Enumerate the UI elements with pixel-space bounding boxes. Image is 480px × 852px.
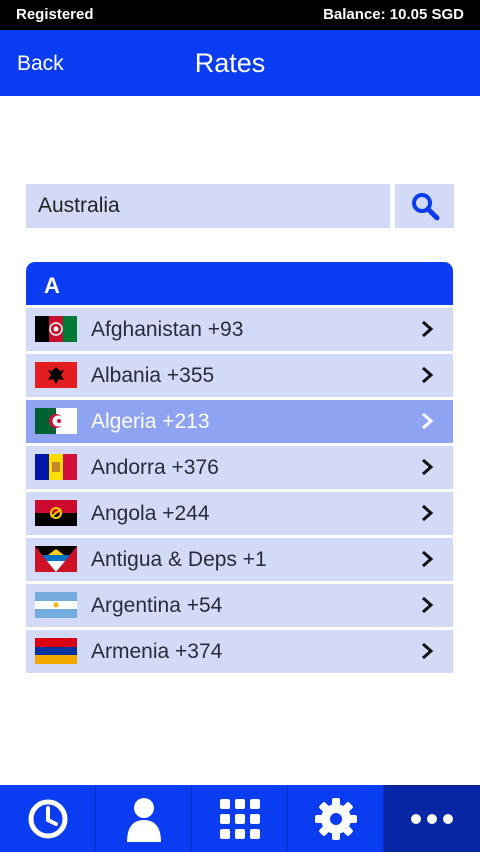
country-label: Andorra +376 (91, 456, 219, 479)
chevron-right-icon (422, 596, 433, 614)
section-header: A (26, 262, 453, 305)
list-item[interactable]: Albania +355 (26, 354, 453, 397)
tab-settings[interactable] (288, 785, 384, 852)
list-item[interactable]: Antigua & Deps +1 (26, 538, 453, 581)
antigua-flag-icon (35, 546, 77, 572)
country-label: Antigua & Deps +1 (91, 548, 267, 571)
country-label: Albania +355 (91, 364, 215, 387)
list-item[interactable]: Angola +244 (26, 492, 453, 535)
gear-icon (314, 797, 357, 840)
tab-dialpad[interactable] (192, 785, 288, 852)
clock-icon (28, 799, 67, 838)
chevron-right-icon (422, 642, 433, 660)
search-icon (411, 193, 439, 221)
country-label: Armenia +374 (91, 640, 223, 663)
list-item[interactable]: Afghanistan +93 (26, 308, 453, 351)
chevron-right-icon (422, 412, 433, 430)
registration-status: Registered (16, 6, 94, 23)
list-item[interactable]: Argentina +54 (26, 584, 453, 627)
app-bar: Back Rates (0, 30, 480, 96)
bottom-tab-bar (0, 785, 480, 852)
country-list: A Afghanistan +93 Albania +355 Algeria +… (26, 262, 453, 673)
search-button[interactable] (395, 184, 454, 228)
angola-flag-icon (35, 500, 77, 526)
chevron-right-icon (422, 550, 433, 568)
tab-contacts[interactable] (96, 785, 192, 852)
chevron-right-icon (422, 320, 433, 338)
search-input[interactable] (26, 184, 390, 228)
chevron-right-icon (422, 504, 433, 522)
contact-icon (126, 797, 161, 842)
afghanistan-flag-icon (35, 316, 77, 342)
list-item[interactable]: Armenia +374 (26, 630, 453, 673)
algeria-flag-icon (35, 408, 77, 434)
country-label: Angola +244 (91, 502, 210, 525)
tab-more[interactable] (384, 785, 480, 852)
dialpad-icon (219, 798, 260, 839)
balance-text: Balance: 10.05 SGD (323, 6, 464, 23)
page-title: Rates (194, 48, 266, 78)
andorra-flag-icon (35, 454, 77, 480)
armenia-flag-icon (35, 638, 77, 664)
more-icon (411, 813, 453, 824)
country-label: Argentina +54 (91, 594, 223, 617)
country-label: Algeria +213 (91, 410, 210, 433)
search-row (26, 184, 454, 228)
list-item-selected[interactable]: Algeria +213 (26, 400, 453, 443)
chevron-right-icon (422, 458, 433, 476)
country-label: Afghanistan +93 (91, 318, 244, 341)
tab-history[interactable] (0, 785, 96, 852)
argentina-flag-icon (35, 592, 77, 618)
chevron-right-icon (422, 366, 433, 384)
list-item[interactable]: Andorra +376 (26, 446, 453, 489)
albania-flag-icon (35, 362, 77, 388)
status-bar: Registered Balance: 10.05 SGD (0, 0, 480, 30)
